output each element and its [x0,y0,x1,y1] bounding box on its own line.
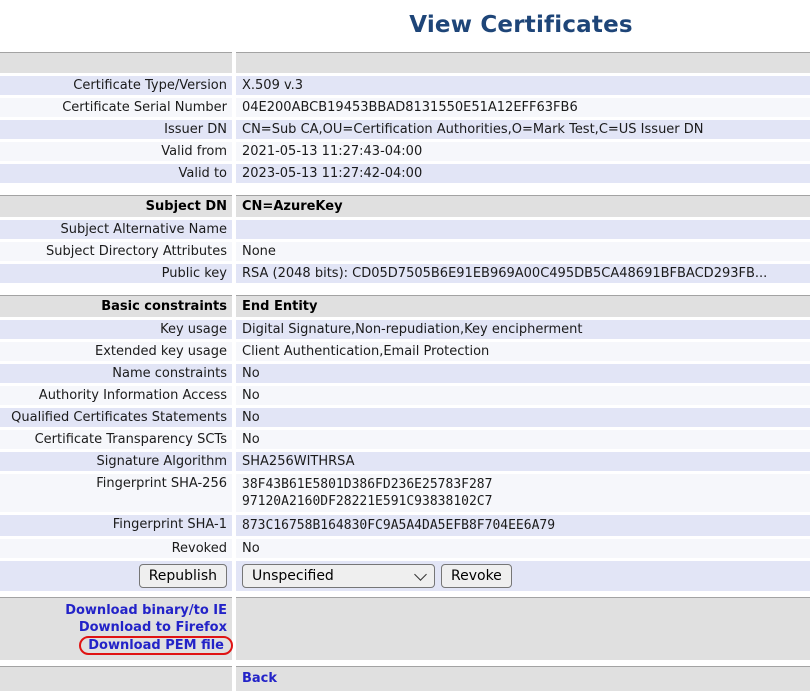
download-firefox-link[interactable]: Download to Firefox [0,619,227,636]
fingerprint-sha256-line2: 97120A2160DF28221E591C93838102C7 [242,493,804,510]
page-title: View Certificates [232,12,810,38]
row-value: No [236,408,810,427]
row-value: 2021-05-13 11:27:43-04:00 [236,142,810,161]
row-label: Qualified Certificates Statements [0,408,232,427]
row-valid-to: Valid to 2023-05-13 11:27:42-04:00 [0,164,810,183]
section-label: Subject DN [0,195,232,217]
row-value: Client Authentication,Email Protection [236,342,810,361]
certificate-table: Certificate Type/Version X.509 v.3 Certi… [0,52,810,691]
row-key-usage: Key usage Digital Signature,Non-repudiat… [0,320,810,339]
chevron-down-icon [414,568,427,581]
section-value: End Entity [236,295,810,317]
header-value-cell [236,52,810,73]
row-label: Issuer DN [0,120,232,139]
row-value: X.509 v.3 [236,76,810,95]
revocation-reason-select[interactable]: Unspecified [242,564,435,588]
row-authority-information-access: Authority Information Access No [0,386,810,405]
republish-button[interactable]: Republish [139,564,227,588]
row-value: 38F43B61E5801D386FD236E25783F287 97120A2… [236,474,810,512]
download-row: Download binary/to IE Download to Firefo… [0,597,810,660]
row-value: No [236,386,810,405]
row-label: Authority Information Access [0,386,232,405]
row-value: CN=Sub CA,OU=Certification Authorities,O… [236,120,810,139]
section-label: Basic constraints [0,295,232,317]
row-public-key: Public key RSA (2048 bits): CD05D7505B6E… [0,264,810,283]
download-binary-ie-link[interactable]: Download binary/to IE [0,602,227,619]
row-label: Fingerprint SHA-256 [0,474,232,512]
row-label: Extended key usage [0,342,232,361]
table-header-row [0,52,810,73]
row-value: SHA256WITHRSA [236,452,810,471]
row-label: Subject Alternative Name [0,220,232,239]
download-row-empty-cell [236,597,810,660]
row-label: Fingerprint SHA-1 [0,515,232,536]
fingerprint-sha256-line1: 38F43B61E5801D386FD236E25783F287 [242,476,804,493]
row-fingerprint-sha1: Fingerprint SHA-1 873C16758B164830FC9A5A… [0,515,810,536]
row-subject-alternative-name: Subject Alternative Name [0,220,810,239]
row-value: None [236,242,810,261]
row-subject-directory-attributes: Subject Directory Attributes None [0,242,810,261]
actions-row: Republish Unspecified Revoke [0,561,810,591]
revoke-cell: Unspecified Revoke [236,561,810,591]
row-value: 873C16758B164830FC9A5A4DA5EFB8F704EE6A79 [236,515,810,536]
row-value: No [236,539,810,558]
row-signature-algorithm: Signature Algorithm SHA256WITHRSA [0,452,810,471]
header-label-cell [0,52,232,73]
row-value: No [236,364,810,383]
row-fingerprint-sha256: Fingerprint SHA-256 38F43B61E5801D386FD2… [0,474,810,512]
row-value: 2023-05-13 11:27:42-04:00 [236,164,810,183]
row-label: Certificate Serial Number [0,98,232,117]
row-value: Digital Signature,Non-repudiation,Key en… [236,320,810,339]
row-valid-from: Valid from 2021-05-13 11:27:43-04:00 [0,142,810,161]
row-label: Public key [0,264,232,283]
row-certificate-type: Certificate Type/Version X.509 v.3 [0,76,810,95]
row-extended-key-usage: Extended key usage Client Authentication… [0,342,810,361]
row-label: Certificate Transparency SCTs [0,430,232,449]
row-serial-number: Certificate Serial Number 04E200ABCB1945… [0,98,810,117]
republish-cell: Republish [0,561,232,591]
back-row: Back [0,666,810,691]
row-name-constraints: Name constraints No [0,364,810,383]
row-label: Signature Algorithm [0,452,232,471]
row-certificate-transparency-scts: Certificate Transparency SCTs No [0,430,810,449]
section-basic-constraints: Basic constraints End Entity [0,295,810,317]
section-subject-dn: Subject DN CN=AzureKey [0,195,810,217]
row-label: Revoked [0,539,232,558]
download-links: Download binary/to IE Download to Firefo… [0,597,232,660]
row-label: Key usage [0,320,232,339]
row-label: Certificate Type/Version [0,76,232,95]
row-value: No [236,430,810,449]
row-value: 04E200ABCB19453BBAD8131550E51A12EFF63FB6 [236,98,810,117]
row-label: Subject Directory Attributes [0,242,232,261]
section-value: CN=AzureKey [236,195,810,217]
back-link[interactable]: Back [242,671,277,686]
row-qualified-certificates-statements: Qualified Certificates Statements No [0,408,810,427]
row-revoked: Revoked No [0,539,810,558]
row-value [236,220,810,239]
revocation-reason-selected-option: Unspecified [252,569,334,584]
row-label: Name constraints [0,364,232,383]
row-issuer-dn: Issuer DN CN=Sub CA,OU=Certification Aut… [0,120,810,139]
back-row-empty-cell [0,666,232,691]
row-value: RSA (2048 bits): CD05D7505B6E91EB969A00C… [236,264,810,283]
download-pem-link[interactable]: Download PEM file [79,636,233,655]
revoke-button[interactable]: Revoke [441,564,512,588]
row-label: Valid from [0,142,232,161]
row-label: Valid to [0,164,232,183]
back-cell: Back [236,666,810,691]
